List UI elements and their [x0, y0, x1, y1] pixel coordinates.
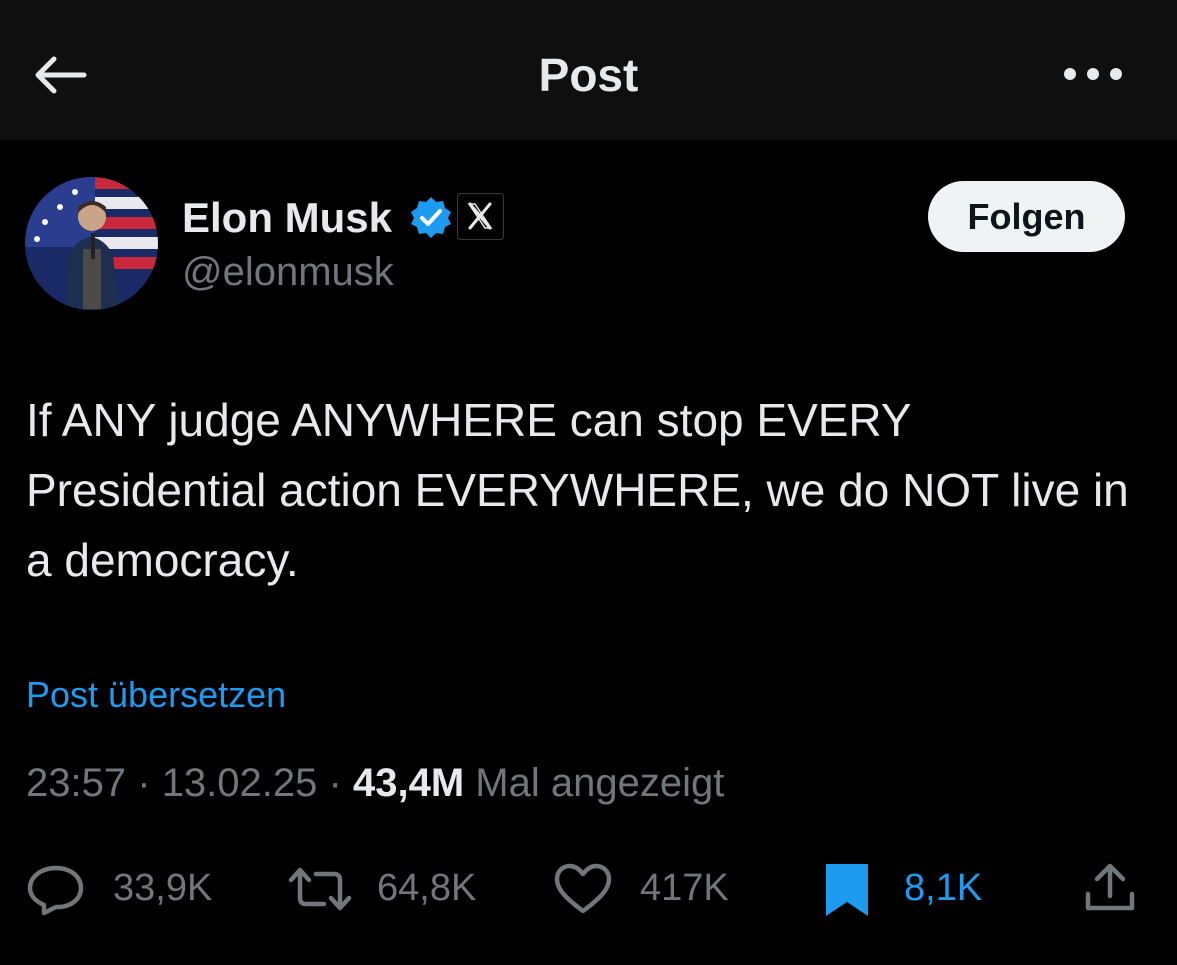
bookmark-icon	[826, 864, 868, 916]
bookmark-count: 8,1K	[904, 867, 983, 909]
post-time[interactable]: 23:57	[26, 761, 126, 805]
verified-badge-icon[interactable]	[409, 195, 453, 239]
like-count: 417K	[640, 867, 729, 909]
translate-post-link[interactable]: Post übersetzen	[26, 674, 286, 716]
x-logo-icon	[467, 202, 493, 230]
repost-count: 64,8K	[377, 867, 477, 909]
views-count: 43,4M	[352, 761, 465, 805]
repost-button[interactable]: 64,8K	[286, 862, 501, 916]
views-label: Mal angezeigt	[475, 761, 725, 805]
share-button[interactable]	[1082, 862, 1142, 916]
like-icon	[554, 863, 612, 914]
post-meta: 23:57 · 13.02.25 · 43,4M Mal angezeigt	[26, 761, 724, 806]
meta-separator: ·	[328, 761, 342, 805]
follow-button[interactable]: Folgen	[928, 181, 1125, 252]
post-date[interactable]: 13.02.25	[162, 761, 318, 805]
post-text: If ANY judge ANYWHERE can stop EVERY Pre…	[26, 394, 1129, 586]
more-dots-icon	[1064, 68, 1122, 80]
author-name[interactable]: Elon Musk	[182, 194, 392, 242]
page-title: Post	[538, 49, 639, 101]
share-icon	[1085, 863, 1135, 911]
bookmark-button[interactable]: 8,1K	[822, 862, 992, 916]
avatar-image	[25, 177, 158, 310]
repost-icon	[288, 867, 352, 911]
reply-count: 33,9K	[113, 867, 213, 909]
top-bar: Post	[0, 0, 1177, 140]
avatar[interactable]	[25, 177, 158, 310]
meta-separator: ·	[137, 761, 151, 805]
like-button[interactable]: 417K	[553, 862, 733, 916]
author-handle[interactable]: @elonmusk	[182, 250, 394, 295]
reply-button[interactable]: 33,9K	[26, 862, 236, 916]
affiliation-badge[interactable]	[457, 193, 504, 240]
more-options-button[interactable]	[1062, 64, 1124, 84]
reply-icon	[27, 865, 84, 916]
